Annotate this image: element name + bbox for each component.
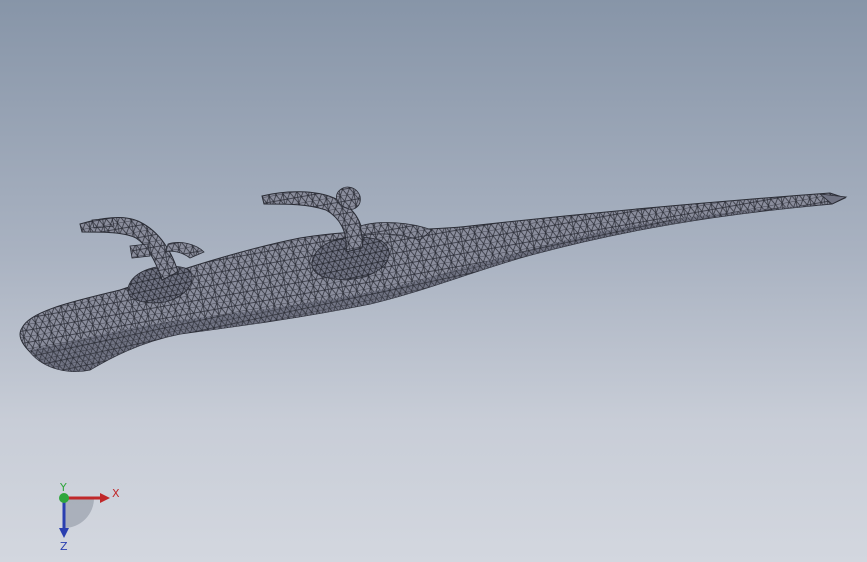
- left-nub: [129, 243, 151, 259]
- x-axis-arrow: [100, 493, 110, 503]
- left-hook-tip: [91, 217, 115, 229]
- z-axis-label: Z: [60, 540, 68, 552]
- y-axis-dot: [59, 493, 69, 503]
- triad-shade: [64, 498, 94, 528]
- orientation-triad: X Z Y: [59, 482, 120, 552]
- graphics-viewport[interactable]: X Z Y: [0, 0, 867, 562]
- y-axis-label: Y: [59, 482, 67, 494]
- meshed-part-model[interactable]: [0, 0, 867, 562]
- x-axis-label: X: [112, 487, 120, 500]
- z-axis-arrow: [59, 528, 69, 538]
